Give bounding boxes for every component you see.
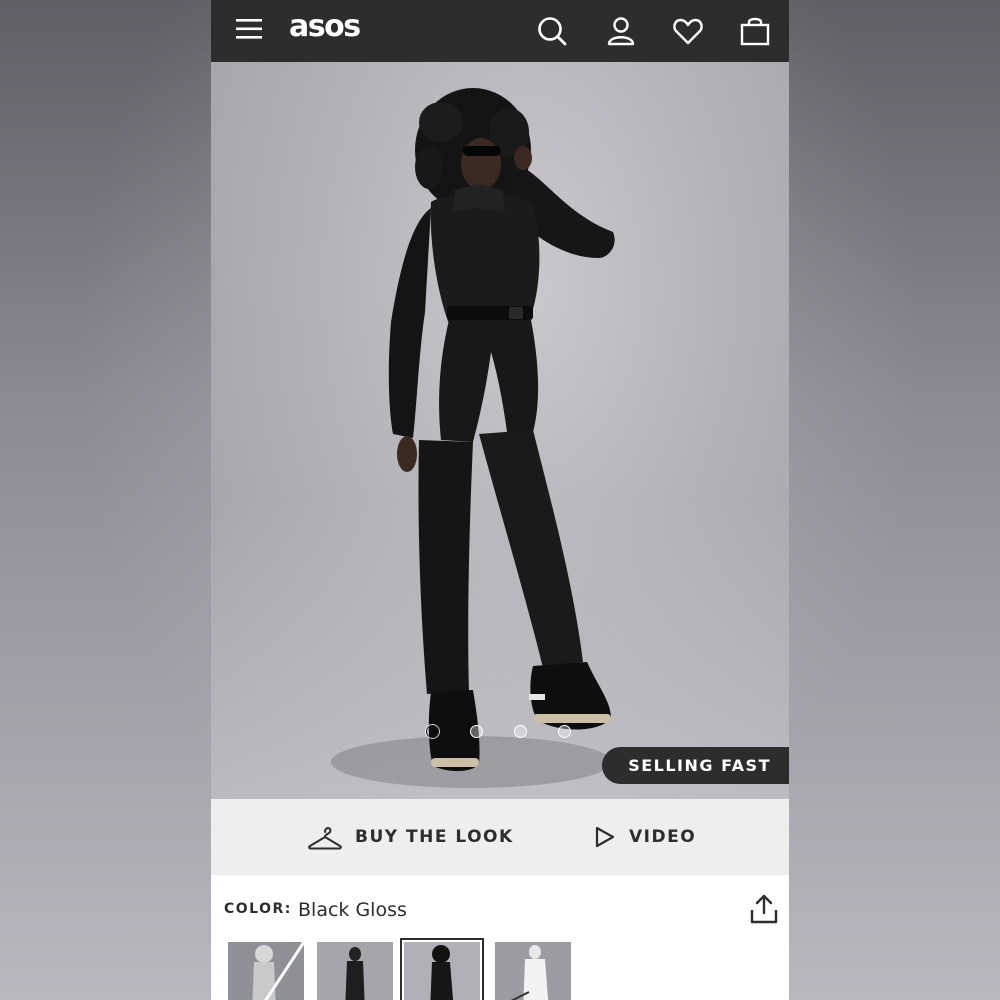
carousel-dot-2[interactable]	[470, 725, 483, 738]
model-photo	[331, 88, 615, 788]
color-swatch-black-matte[interactable]	[317, 942, 393, 1000]
carousel-indicator	[426, 725, 576, 741]
swatch-black-gloss-image	[404, 942, 480, 1000]
color-selector: COLOR: Black Gloss	[211, 875, 789, 1000]
video-button[interactable]: VIDEO	[593, 821, 696, 853]
product-image[interactable]: SELLING FAST	[211, 62, 789, 799]
media-action-bar: BUY THE LOOK VIDEO	[211, 799, 789, 875]
search-icon[interactable]	[535, 14, 569, 48]
phone-screen: asos SELLING FAST BUY THE LOOK VIDEO COL…	[211, 0, 789, 1000]
heart-icon[interactable]	[671, 14, 705, 48]
swatch-white-image	[495, 942, 571, 1000]
share-icon[interactable]	[749, 893, 779, 925]
color-label: COLOR:	[224, 901, 292, 917]
play-icon	[595, 826, 615, 848]
video-label: VIDEO	[629, 827, 697, 847]
asos-logo[interactable]: asos	[289, 9, 361, 44]
top-navbar: asos	[211, 0, 789, 62]
screenshot-background: asos SELLING FAST BUY THE LOOK VIDEO COL…	[0, 0, 1000, 1000]
color-swatch-white[interactable]	[495, 942, 571, 1000]
hanger-icon	[308, 827, 342, 850]
buy-the-look-button[interactable]: BUY THE LOOK	[307, 821, 514, 853]
carousel-dot-3[interactable]	[514, 725, 527, 738]
swatch-grey-image	[228, 942, 304, 1000]
carousel-dot-4[interactable]	[558, 725, 571, 738]
account-icon[interactable]	[604, 14, 638, 48]
carousel-dot-1[interactable]	[426, 725, 439, 738]
bag-icon[interactable]	[738, 14, 772, 48]
buy-the-look-label: BUY THE LOOK	[355, 827, 514, 847]
swatch-black-matte-image	[317, 942, 393, 1000]
color-value: Black Gloss	[298, 899, 407, 921]
color-swatch-black-gloss[interactable]	[400, 938, 484, 1000]
color-swatch-grey[interactable]	[228, 942, 304, 1000]
selling-fast-badge: SELLING FAST	[602, 747, 789, 784]
menu-icon[interactable]	[235, 16, 263, 42]
